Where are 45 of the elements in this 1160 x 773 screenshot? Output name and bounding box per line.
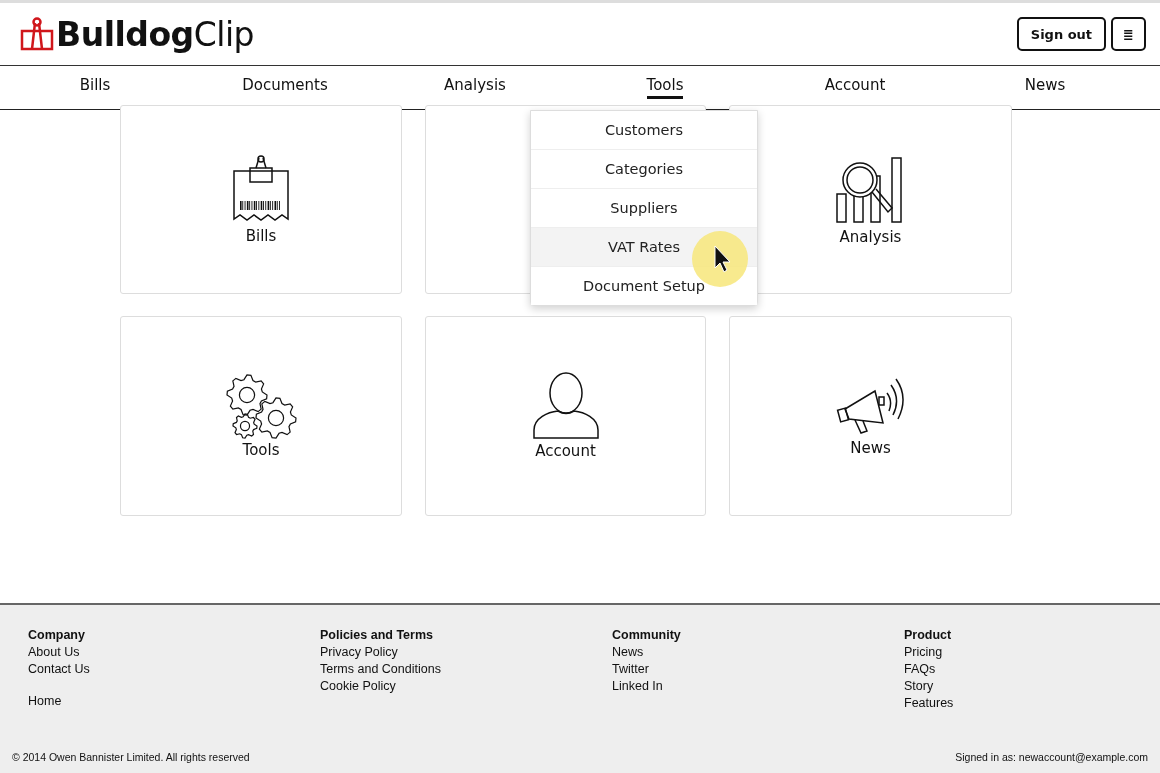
logo-text: BulldogClip <box>56 18 254 51</box>
tile-label: Analysis <box>839 227 902 246</box>
binder-clip-icon <box>20 17 54 51</box>
menu-button[interactable]: ≣ <box>1111 17 1146 51</box>
footer-link[interactable]: Cookie Policy <box>320 678 612 695</box>
footer-link[interactable]: Story <box>904 678 1160 695</box>
footer-link[interactable]: Home <box>28 693 320 710</box>
tile-card[interactable]: Tools <box>120 316 402 516</box>
footer-link[interactable]: Twitter <box>612 661 904 678</box>
tile-card[interactable]: Analysis <box>729 105 1012 294</box>
tile-label: News <box>850 439 891 457</box>
menu-item[interactable]: Suppliers <box>531 189 757 228</box>
sign-out-button[interactable]: Sign out <box>1016 17 1107 51</box>
signed-in-text: Signed in as: newaccount@example.com <box>955 751 1148 763</box>
tile-label: Account <box>535 442 596 460</box>
footer-link[interactable]: FAQs <box>904 661 1160 678</box>
footer-link[interactable]: Terms and Conditions <box>320 661 612 678</box>
footer-link[interactable]: Privacy Policy <box>320 644 612 661</box>
nav-item[interactable]: News <box>1024 76 1066 99</box>
tile-card[interactable]: Account <box>425 316 706 516</box>
menu-item[interactable]: Customers <box>531 111 757 150</box>
copyright-text: © 2014 Owen Bannister Limited. All rights reserved <box>12 751 250 763</box>
tile-card[interactable]: News <box>729 316 1012 516</box>
person-icon <box>531 372 600 440</box>
tile-label: Tools <box>242 441 280 459</box>
footer-link[interactable]: Features <box>904 695 1160 712</box>
gears-icon <box>225 373 297 439</box>
footer-link[interactable]: Contact Us <box>28 661 320 678</box>
footer-link[interactable]: Linked In <box>612 678 904 695</box>
nav-item[interactable]: Bills <box>79 76 111 99</box>
tile-card[interactable]: Bills <box>120 105 402 294</box>
footer-heading: Product <box>904 627 953 644</box>
tile-label: Bills <box>245 226 277 245</box>
nav-item[interactable]: Documents <box>242 76 328 99</box>
footer-link[interactable]: About Us <box>28 644 320 661</box>
footer-heading: Community <box>612 627 682 644</box>
footer-link[interactable]: News <box>612 644 904 661</box>
menu-item[interactable]: Categories <box>531 150 757 189</box>
menu-item[interactable]: Document Setup <box>531 267 757 305</box>
footer-link[interactable]: Pricing <box>904 644 1160 661</box>
nav-item[interactable]: Account <box>824 76 886 99</box>
footer-heading: Policies and Terms <box>320 627 434 644</box>
footer-heading: Company <box>28 627 86 644</box>
nav-item[interactable]: Tools <box>646 76 684 99</box>
nav-item[interactable]: Analysis <box>444 76 506 99</box>
